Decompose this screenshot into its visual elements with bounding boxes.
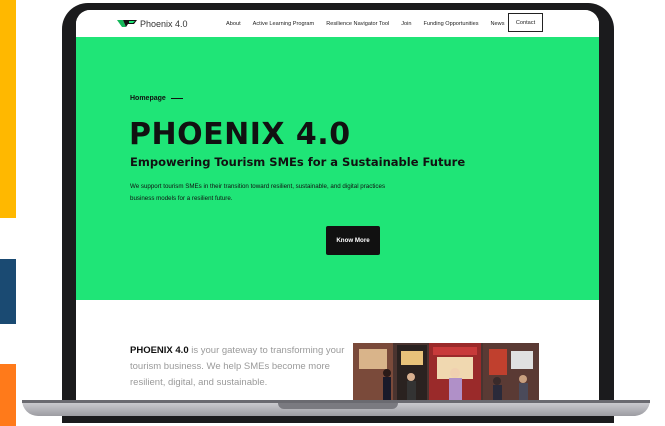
intro-paragraph: PHOENIX 4.0 is your gateway to transform…	[130, 343, 350, 391]
nav-link-join[interactable]: Join	[401, 21, 411, 27]
navy-accent-bar	[0, 259, 16, 324]
breadcrumb-dash	[170, 98, 183, 99]
intro-brand: PHOENIX 4.0	[130, 345, 189, 356]
hero-subtitle: Empowering Tourism SMEs for a Sustainabl…	[130, 155, 466, 169]
laptop-notch	[278, 403, 398, 409]
nav-links: About Active Learning Program Resilience…	[226, 10, 531, 37]
logo-text: Phoenix 4.0	[140, 18, 188, 29]
hero-section: Homepage PHOENIX 4.0 Empowering Tourism …	[76, 37, 599, 300]
laptop-screen: Phoenix 4.0 About Active Learning Progra…	[76, 10, 599, 402]
top-navigation: Phoenix 4.0 About Active Learning Progra…	[76, 10, 599, 37]
nav-link-about[interactable]: About	[226, 21, 241, 27]
phoenix-wing-logo-icon	[117, 20, 137, 27]
know-more-button[interactable]: Know More	[326, 226, 380, 255]
street-scene-image	[353, 343, 539, 402]
contact-button[interactable]: Contact	[508, 13, 543, 32]
nav-link-news[interactable]: News	[491, 21, 505, 27]
yellow-accent-bar	[0, 0, 16, 218]
breadcrumb-homepage[interactable]: Homepage	[130, 95, 166, 102]
screenshot-stage: Phoenix 4.0 About Active Learning Progra…	[0, 0, 665, 426]
site-logo[interactable]: Phoenix 4.0	[117, 19, 188, 29]
hero-description: We support tourism SMEs in their transit…	[130, 183, 386, 202]
orange-accent-bar	[0, 364, 16, 426]
hero-title: PHOENIX 4.0	[129, 117, 351, 152]
nav-link-resilience-navigator-tool[interactable]: Resilience Navigator Tool	[326, 21, 389, 27]
breadcrumb: Homepage	[130, 95, 183, 102]
nav-link-active-learning-program[interactable]: Active Learning Program	[253, 21, 315, 27]
tourism-street-photo	[353, 343, 539, 402]
nav-link-funding-opportunities[interactable]: Funding Opportunities	[423, 21, 478, 27]
